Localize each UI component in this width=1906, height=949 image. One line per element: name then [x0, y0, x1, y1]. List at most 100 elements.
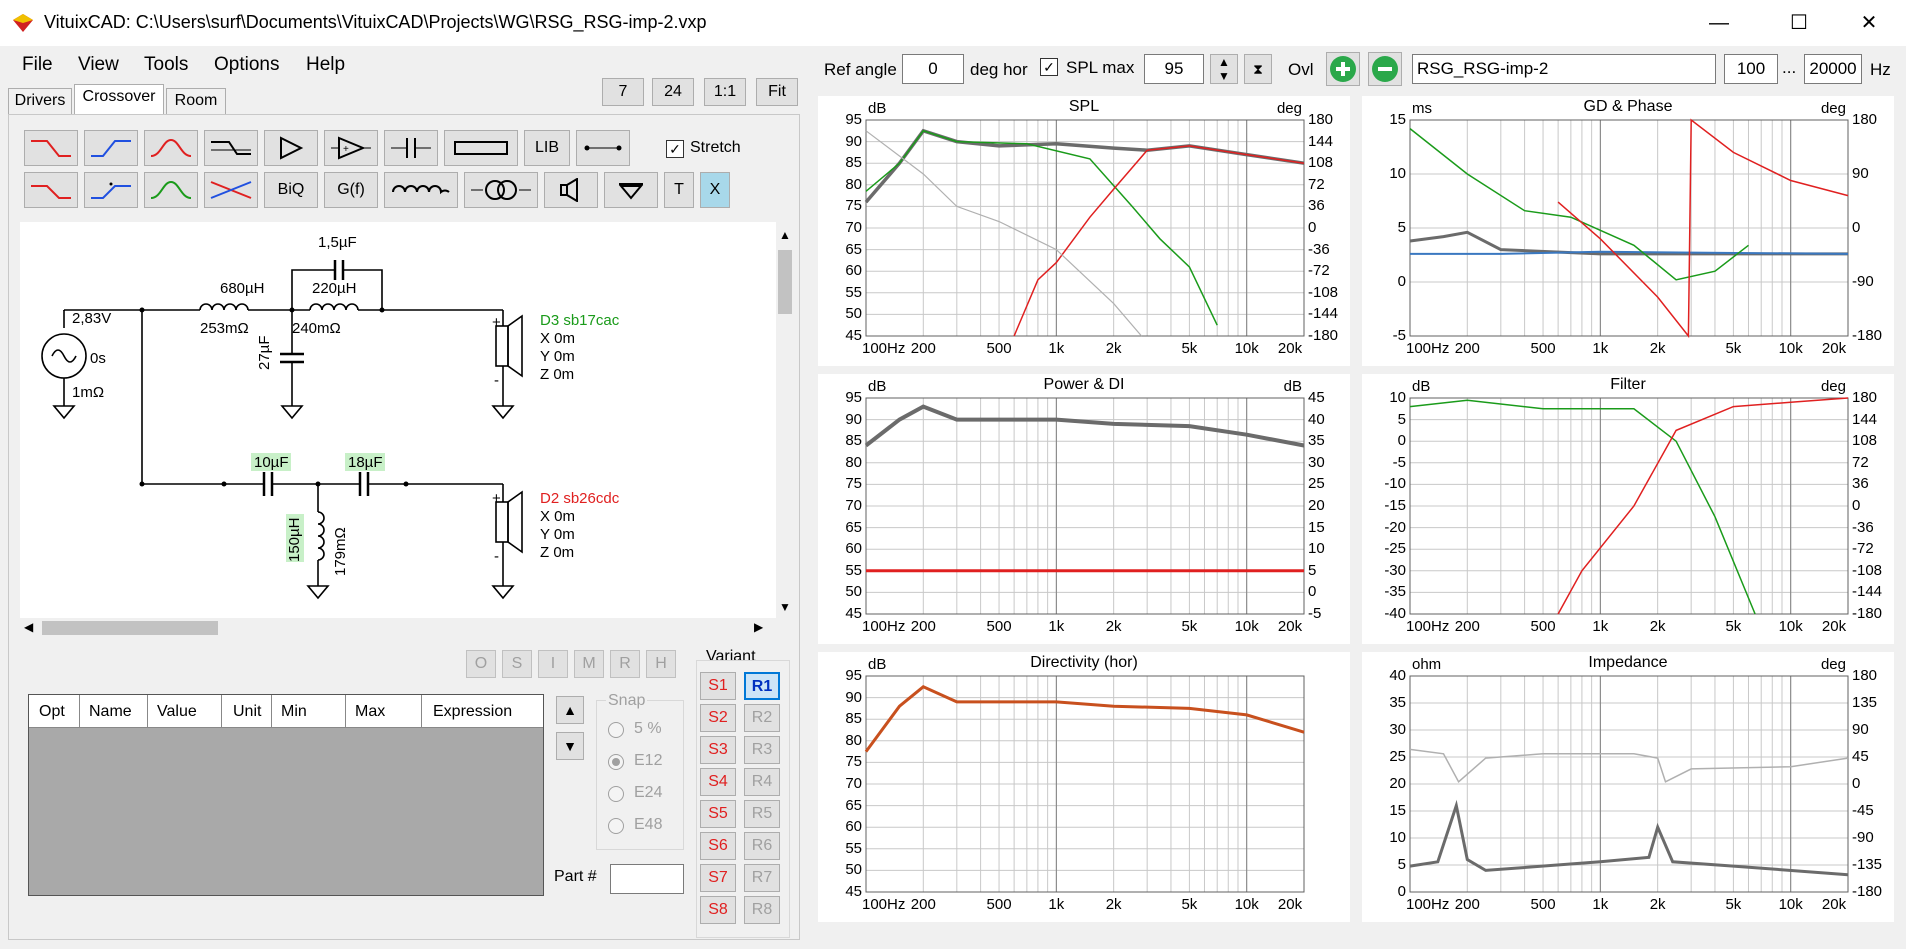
remove-overlay-button[interactable]	[1368, 52, 1402, 86]
snap-e48-radio[interactable]	[608, 818, 624, 834]
order-7-button[interactable]: 7	[602, 78, 644, 106]
biquad-tool[interactable]: BiQ	[264, 172, 318, 208]
d2-name[interactable]: D2 sb26cdc	[540, 490, 619, 507]
horizontal-scrollbar[interactable]: ◀ ▶	[20, 618, 776, 638]
shelf-tool[interactable]	[204, 130, 258, 166]
variant-s2-button[interactable]: S2	[700, 704, 736, 732]
tab-room[interactable]: Room	[166, 88, 226, 114]
horizontal-scroll-thumb[interactable]	[42, 621, 218, 635]
highpass-2-tool[interactable]	[84, 172, 138, 208]
freq-max-input[interactable]: 20000	[1804, 54, 1862, 84]
menu-view[interactable]: View	[78, 54, 119, 76]
snap-e12-radio[interactable]	[608, 754, 624, 770]
ground-tool[interactable]	[604, 172, 658, 208]
variant-s5-button[interactable]: S5	[700, 800, 736, 828]
gd-phase-graph[interactable]: GD & Phase ms deg 15 10 5 0 -5 180 90 0 -90 -180 100H…	[1362, 96, 1894, 366]
vertical-scrollbar[interactable]: ▲ ▼	[776, 222, 794, 618]
impedance-graph[interactable]: Impedance ohm deg 40 35 30 25 20 15 10 5 0 180 135 90 4…	[1362, 652, 1894, 922]
lowpass-tool[interactable]	[24, 130, 78, 166]
variant-r7-button[interactable]: R7	[744, 864, 780, 892]
variant-r6-button[interactable]: R6	[744, 832, 780, 860]
overlay-name-input[interactable]: RSG_RSG-imp-2	[1412, 54, 1716, 84]
lowpass-2-tool[interactable]	[24, 172, 78, 208]
fit-button[interactable]: Fit	[756, 78, 798, 106]
minimize-button[interactable]: —	[1690, 0, 1748, 46]
variant-r4-button[interactable]: R4	[744, 768, 780, 796]
col-max[interactable]: Max	[355, 703, 385, 721]
peak-tool[interactable]	[144, 172, 198, 208]
variant-r1-button[interactable]: R1	[744, 672, 780, 700]
col-value[interactable]: Value	[157, 703, 197, 721]
opamp-tool[interactable]: +	[324, 130, 378, 166]
tab-drivers[interactable]: Drivers	[8, 88, 72, 114]
variant-r3-button[interactable]: R3	[744, 736, 780, 764]
menu-options[interactable]: Options	[214, 54, 279, 76]
order-24-button[interactable]: 24	[652, 78, 694, 106]
scroll-down-icon[interactable]: ▼	[779, 600, 791, 614]
delete-tool[interactable]: X	[700, 172, 730, 208]
add-overlay-button[interactable]	[1326, 52, 1360, 86]
opt-s-button[interactable]: S	[502, 650, 532, 678]
variant-r5-button[interactable]: R5	[744, 800, 780, 828]
scroll-left-icon[interactable]: ◀	[24, 620, 33, 634]
snap-5-radio[interactable]	[608, 722, 624, 738]
snap-e24-radio[interactable]	[608, 786, 624, 802]
directivity-graph[interactable]: Directivity (hor) dB 95 90 85 80 75 70 65 60 55 50 4…	[818, 652, 1350, 922]
spl-graph[interactable]: SPL dB deg 95 90 85 80 75 70 65 60 55 50 45 180 144 108 7…	[818, 96, 1350, 366]
bandpass-tool[interactable]	[144, 130, 198, 166]
capacitor-tool[interactable]	[384, 130, 438, 166]
buffer-tool[interactable]	[264, 130, 318, 166]
variant-s4-button[interactable]: S4	[700, 768, 736, 796]
highpass-tool[interactable]	[84, 130, 138, 166]
allpass-tool[interactable]	[204, 172, 258, 208]
variant-s7-button[interactable]: S7	[700, 864, 736, 892]
menu-tools[interactable]: Tools	[144, 54, 188, 76]
variant-s8-button[interactable]: S8	[700, 896, 736, 924]
opt-i-button[interactable]: I	[538, 650, 568, 678]
spl-max-input[interactable]: 95	[1144, 54, 1204, 84]
opt-m-button[interactable]: M	[574, 650, 604, 678]
text-tool[interactable]: T	[664, 172, 694, 208]
d3-name[interactable]: D3 sb17cac	[540, 312, 619, 329]
move-down-button[interactable]: ▼	[556, 732, 584, 760]
power-di-graph[interactable]: Power & DI dB dB 95 90 85 80 75 70 65 60 55 50 45 45 40…	[818, 374, 1350, 644]
wire-tool[interactable]	[576, 130, 630, 166]
opt-o-button[interactable]: O	[466, 650, 496, 678]
close-button[interactable]: ✕	[1840, 0, 1898, 46]
transformer-tool[interactable]	[464, 172, 538, 208]
filter-graph[interactable]: Filter dB deg 10 5 0 -5 -10 -15 -20 -25 -30 -35 -40 18…	[1362, 374, 1894, 644]
opt-h-button[interactable]: H	[646, 650, 676, 678]
driver-tool[interactable]	[544, 172, 598, 208]
menu-file[interactable]: File	[22, 54, 53, 76]
zoom-1-1-button[interactable]: 1:1	[704, 78, 746, 106]
col-expression[interactable]: Expression	[433, 703, 512, 721]
optimizer-table[interactable]: Opt Name Value Unit Min Max Expression	[28, 694, 544, 896]
col-opt[interactable]: Opt	[39, 703, 65, 721]
gain-function-tool[interactable]: G(f)	[324, 172, 378, 208]
variant-r2-button[interactable]: R2	[744, 704, 780, 732]
vertical-scroll-thumb[interactable]	[778, 250, 792, 314]
library-tool[interactable]: LIB	[524, 130, 570, 166]
variant-s6-button[interactable]: S6	[700, 832, 736, 860]
part-number-input[interactable]	[610, 864, 684, 894]
col-unit[interactable]: Unit	[233, 703, 261, 721]
inductor-tool[interactable]	[384, 172, 458, 208]
col-name[interactable]: Name	[89, 703, 132, 721]
variant-s1-button[interactable]: S1	[700, 672, 736, 700]
maximize-button[interactable]: ☐	[1770, 0, 1828, 46]
spl-updown-button[interactable]: ▲ ▼	[1210, 54, 1238, 84]
move-up-button[interactable]: ▲	[556, 696, 584, 724]
menu-help[interactable]: Help	[306, 54, 345, 76]
tab-crossover[interactable]: Crossover	[74, 84, 164, 116]
ref-angle-input[interactable]: 0	[902, 54, 964, 84]
col-min[interactable]: Min	[281, 703, 307, 721]
spl-max-checkbox[interactable]: ✓	[1040, 58, 1058, 76]
freq-min-input[interactable]: 100	[1724, 54, 1778, 84]
opt-r-button[interactable]: R	[610, 650, 640, 678]
scroll-right-icon[interactable]: ▶	[754, 620, 763, 634]
scroll-up-icon[interactable]: ▲	[779, 228, 791, 242]
variant-s3-button[interactable]: S3	[700, 736, 736, 764]
resistor-tool[interactable]	[444, 130, 518, 166]
schematic-canvas[interactable]: 2,83V 0s 1mΩ 680µH 253mΩ 1,5µF 220µH 240…	[20, 222, 776, 618]
variant-r8-button[interactable]: R8	[744, 896, 780, 924]
